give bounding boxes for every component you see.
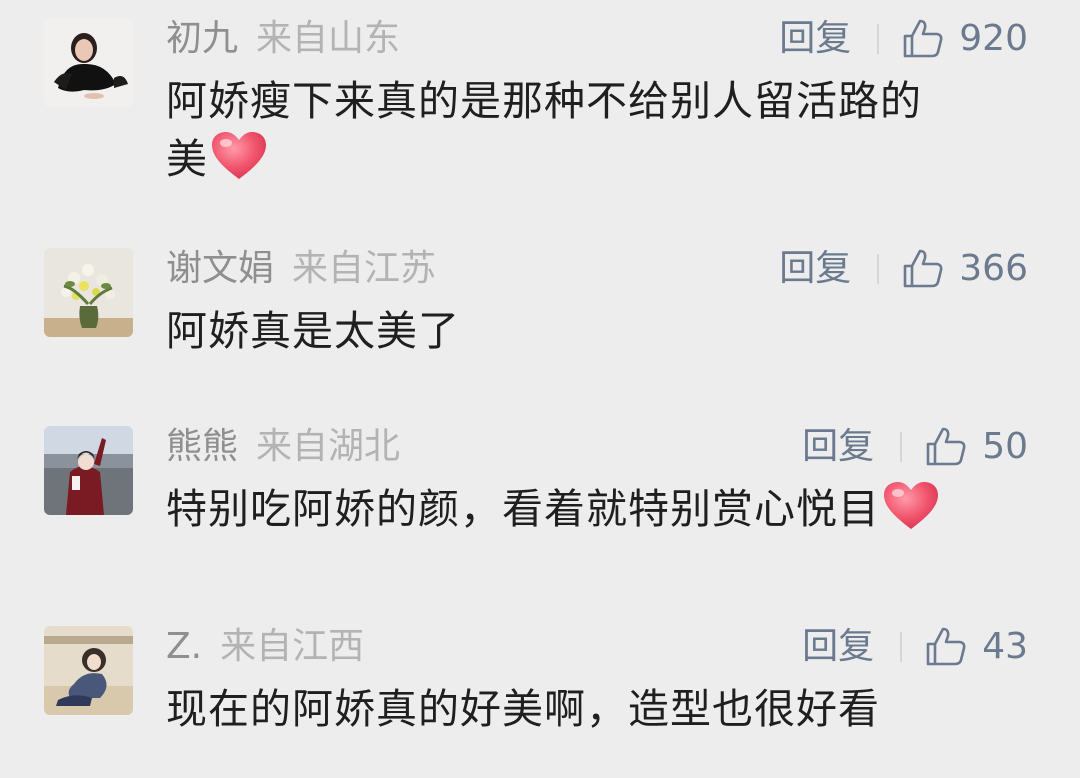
avatar[interactable] <box>44 626 133 715</box>
reply-button[interactable]: 回复 <box>802 625 874 669</box>
comment-item: 初九 来自山东 回复 920 阿娇瘦下来真的是那种不给别人留活路的 美 <box>0 0 1080 210</box>
like-count: 366 <box>959 248 1028 289</box>
author-location: 来自山东 <box>256 18 401 59</box>
avatar-cartoon-figure-icon <box>44 626 133 715</box>
comment-item: Z. 来自江西 回复 43 现在的阿娇真的好美啊，造型也很好看 <box>0 608 1080 778</box>
thumbs-up-icon[interactable] <box>924 625 968 669</box>
avatar[interactable] <box>44 248 133 337</box>
comment-actions: 回复 366 <box>779 247 1028 291</box>
avatar-woman-black-dress-icon <box>44 18 133 107</box>
comment-item: 谢文娟 来自江苏 回复 366 阿娇真是太美了 <box>0 230 1080 370</box>
comment-text: 特别吃阿娇的颜，看着就特别赏心悦目 <box>166 480 1046 538</box>
divider <box>900 432 903 462</box>
author-name[interactable]: 谢文娟 <box>166 248 274 289</box>
author-name[interactable]: 初九 <box>166 18 238 59</box>
comment-actions: 回复 920 <box>779 17 1028 61</box>
comment-text: 阿娇瘦下来真的是那种不给别人留活路的 美 <box>166 72 1026 188</box>
reply-button[interactable]: 回复 <box>802 425 874 469</box>
comment-actions: 回复 50 <box>802 425 1028 469</box>
comment-text-line: 阿娇瘦下来真的是那种不给别人留活路的 <box>166 77 922 125</box>
comment-header: 初九 来自山东 <box>166 17 400 61</box>
author-name[interactable]: 熊熊 <box>166 426 238 467</box>
author-location: 来自江西 <box>220 626 365 667</box>
avatar[interactable] <box>44 426 133 515</box>
author-name[interactable]: Z. <box>166 626 202 667</box>
heart-emoji-icon <box>212 132 266 179</box>
like-count: 43 <box>982 626 1028 667</box>
avatar-flower-vase-icon <box>44 248 133 337</box>
comment-text: 现在的阿娇真的好美啊，造型也很好看 <box>166 685 880 733</box>
comment-text-tail: 美 <box>166 135 208 183</box>
comment-text: 阿娇真是太美了 <box>166 307 460 355</box>
like-count: 920 <box>959 18 1028 59</box>
reply-button[interactable]: 回复 <box>779 17 851 61</box>
comment-header: Z. 来自江西 <box>166 625 364 669</box>
thumbs-up-icon[interactable] <box>924 425 968 469</box>
comment-text-line: 美 <box>166 130 1026 188</box>
comment-header: 谢文娟 来自江苏 <box>166 247 436 291</box>
comment-text-body: 特别吃阿娇的颜，看着就特别赏心悦目 <box>166 485 880 533</box>
author-location: 来自江苏 <box>292 248 437 289</box>
heart-emoji-icon <box>884 482 938 529</box>
like-count: 50 <box>982 426 1028 467</box>
divider <box>877 24 880 54</box>
divider <box>900 632 903 662</box>
comment-item: 熊熊 来自湖北 回复 50 特别吃阿娇的颜，看着就特别赏心悦目 <box>0 408 1080 578</box>
comment-header: 熊熊 来自湖北 <box>166 425 400 469</box>
thumbs-up-icon[interactable] <box>901 17 945 61</box>
comment-actions: 回复 43 <box>802 625 1028 669</box>
thumbs-up-icon[interactable] <box>901 247 945 291</box>
avatar[interactable] <box>44 18 133 107</box>
reply-button[interactable]: 回复 <box>779 247 851 291</box>
divider <box>877 254 880 284</box>
avatar-girl-red-coat-icon <box>44 426 133 515</box>
author-location: 来自湖北 <box>256 426 401 467</box>
